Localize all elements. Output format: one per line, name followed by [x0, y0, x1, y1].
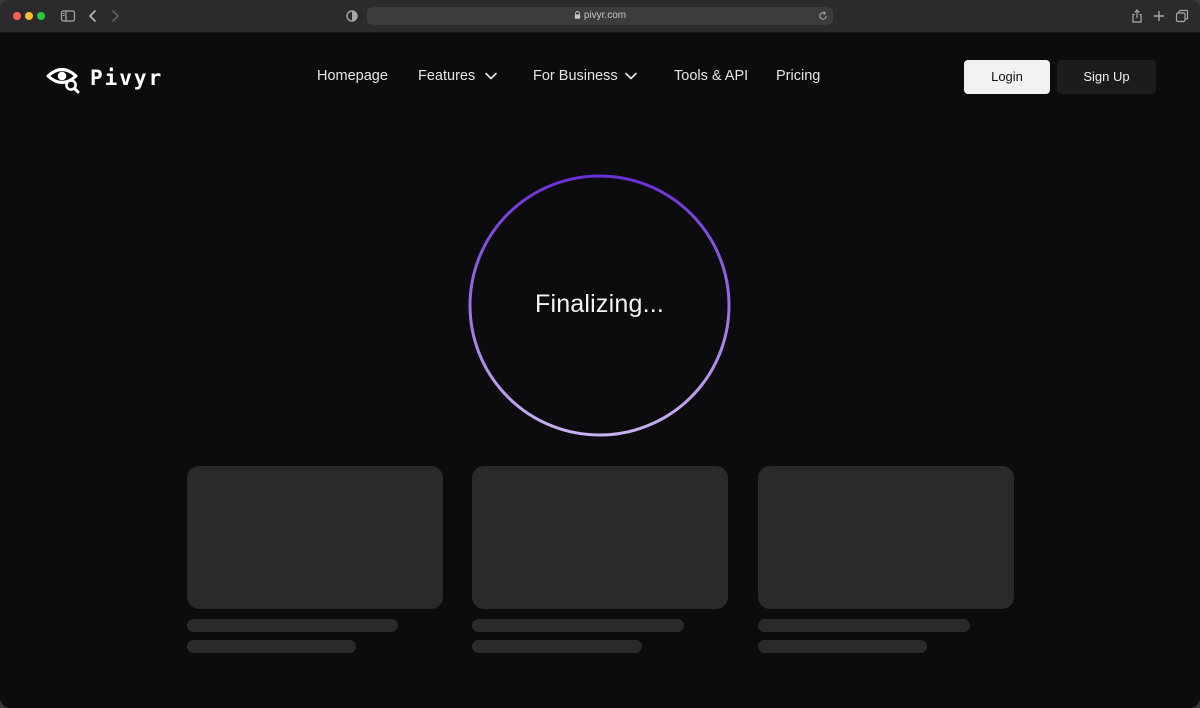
nav-for-business[interactable]: For Business: [533, 68, 618, 84]
shield-icon[interactable]: [344, 8, 360, 24]
skeleton-line: [187, 640, 356, 653]
lock-icon: [574, 11, 581, 19]
reload-icon[interactable]: [817, 10, 829, 22]
close-window-button[interactable]: [13, 12, 21, 20]
skeleton-line: [758, 640, 927, 653]
address-text-wrap: pivyr.com: [367, 10, 833, 21]
tabs-overview-icon[interactable]: [1174, 8, 1190, 24]
skeleton-card: [472, 466, 728, 609]
url-text: pivyr.com: [583, 10, 627, 21]
address-bar[interactable]: pivyr.com: [367, 7, 833, 25]
sidebar-icon[interactable]: [60, 8, 76, 24]
skeleton-line: [472, 619, 684, 632]
zoom-window-button[interactable]: [37, 12, 45, 20]
back-chevron-icon[interactable]: [85, 8, 101, 24]
minimize-window-button[interactable]: [25, 12, 33, 20]
new-tab-icon[interactable]: [1151, 8, 1167, 24]
eye-search-logo-icon: [46, 68, 80, 94]
signup-button[interactable]: Sign Up: [1057, 60, 1156, 94]
skeleton-line: [472, 640, 642, 653]
brand-name: Pivyr: [90, 66, 164, 90]
chevron-down-icon[interactable]: [624, 71, 638, 81]
nav-tools-api[interactable]: Tools & API: [674, 68, 748, 84]
forward-chevron-icon[interactable]: [107, 8, 123, 24]
browser-window: pivyr.com Pivyr Homepage Features For Bu…: [0, 0, 1200, 708]
login-button[interactable]: Login: [964, 60, 1050, 94]
chevron-down-icon[interactable]: [484, 71, 498, 81]
nav-features[interactable]: Features: [418, 68, 475, 84]
loading-status-text: Finalizing...: [534, 290, 665, 318]
nav-pricing[interactable]: Pricing: [776, 68, 820, 84]
skeleton-line: [758, 619, 970, 632]
browser-toolbar: pivyr.com: [0, 0, 1200, 33]
nav-homepage[interactable]: Homepage: [317, 68, 388, 84]
share-icon[interactable]: [1129, 8, 1145, 24]
skeleton-card: [187, 466, 443, 609]
skeleton-card: [758, 466, 1014, 609]
skeleton-line: [187, 619, 398, 632]
brand-logo[interactable]: Pivyr: [46, 62, 163, 94]
